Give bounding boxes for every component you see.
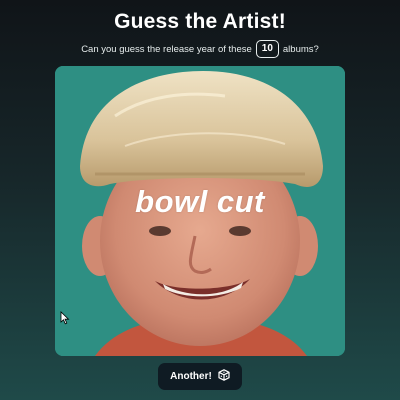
album-cover: bowl cut [55,66,345,356]
another-button[interactable]: Another! [158,363,242,390]
album-count-badge: 10 [255,40,279,58]
page-title: Guess the Artist! [114,10,286,33]
mouse-cursor-icon [60,311,70,330]
another-button-label: Another! [170,371,212,382]
subtitle-text-before: Can you guess the release year of these [81,43,252,55]
subtitle: Can you guess the release year of these … [0,40,400,58]
subtitle-text-after: albums? [282,43,319,55]
album-cover-title: bowl cut [135,184,265,219]
dice-icon [218,369,230,384]
